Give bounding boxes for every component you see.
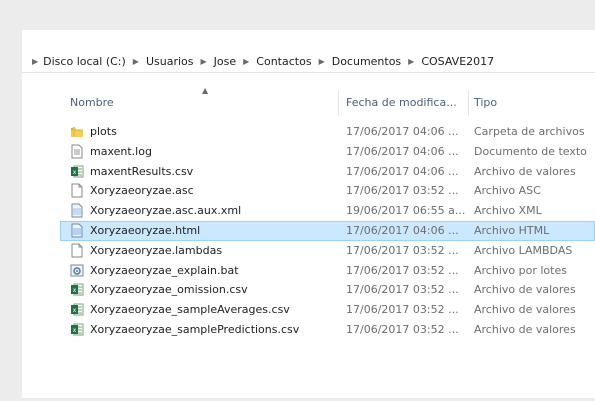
file-type: Archivo de valores [474,283,576,297]
file-date: 17/06/2017 03:52 ... [346,283,459,297]
file-name: maxentResults.csv [90,164,194,178]
file-date: 17/06/2017 04:06 ... [346,125,459,138]
file-date: 17/06/2017 03:52 ... [346,322,459,336]
text-file-icon [70,144,84,159]
file-type: Archivo por lotes [474,263,567,277]
file-date: 17/06/2017 04:06 ... [346,164,459,178]
file-name: maxent.log [90,144,152,158]
file-row-xoryzaeoryzae-asc-aux-xml[interactable]: Xoryzaeoryzae.asc.aux.xml 19/06/2017 06:5… [22,201,595,221]
file-type: Archivo ASC [474,184,541,198]
file-name: Xoryzaeoryzae_omission.csv [90,283,248,297]
breadcrumb-item-jose[interactable]: Jose [214,55,236,68]
file-name: Xoryzaeoryzae.lambdas [90,243,223,257]
breadcrumb-item-disco[interactable]: Disco local (C:) [43,55,126,68]
file-date: 17/06/2017 04:06 ... [346,223,459,237]
chevron-right-icon[interactable]: ▶ [243,57,249,66]
breadcrumb-item-usuarios[interactable]: Usuarios [146,55,194,68]
file-type: Documento de texto [474,144,587,158]
column-divider[interactable] [468,90,469,116]
file-row-maxentresults-csv[interactable]: x maxentResults.csv 17/06/2017 04:06 ... Ar… [22,162,595,182]
breadcrumb-item-documentos[interactable]: Documentos [332,55,401,68]
file-type: Archivo de valores [474,303,576,317]
file-name: Xoryzaeoryzae_samplePredictions.csv [90,322,300,336]
file-type: Archivo HTML [474,223,550,237]
file-type: Carpeta de archivos [474,125,585,138]
column-header-type[interactable]: Tipo [474,96,497,109]
file-type: Archivo XML [474,204,542,218]
file-row-maxent-log[interactable]: maxent.log 17/06/2017 04:06 ... Documento … [22,142,595,162]
chevron-right-icon[interactable]: ▶ [32,57,38,66]
blank-file-icon [70,183,84,198]
file-name: Xoryzaeoryzae.html [90,223,201,237]
file-type: Archivo LAMBDAS [474,243,573,257]
folder-icon [70,124,84,139]
file-date: 17/06/2017 04:06 ... [346,144,459,158]
file-date: 17/06/2017 03:52 ... [346,243,459,257]
file-row-xoryzaeoryzae-html[interactable]: Xoryzaeoryzae.html 17/06/2017 04:06 ... Ar… [60,220,595,241]
file-list: plots 17/06/2017 04:06 ... Carpeta de arch… [22,122,595,340]
html-file-icon [70,223,84,238]
file-date: 17/06/2017 03:52 ... [346,184,459,198]
column-header-row: ▲ Nombre Fecha de modifica... Tipo [22,86,595,120]
file-row-plots[interactable]: plots 17/06/2017 04:06 ... Carpeta de arch… [22,122,595,142]
excel-file-icon: x [70,282,84,297]
file-explorer-window: ▶ Disco local (C:) ▶ Usuarios ▶ Jose ▶ C… [22,30,595,398]
column-header-name[interactable]: Nombre [70,96,114,109]
svg-text:x: x [73,307,77,314]
breadcrumb[interactable]: ▶ Disco local (C:) ▶ Usuarios ▶ Jose ▶ C… [22,50,595,73]
sort-ascending-icon: ▲ [202,86,209,95]
file-name: Xoryzaeoryzae_sampleAverages.csv [90,303,290,317]
file-date: 19/06/2017 06:55 a... [346,204,466,218]
file-name: Xoryzaeoryzae.asc [90,184,194,198]
column-header-date[interactable]: Fecha de modifica... [346,96,457,109]
file-name: Xoryzaeoryzae.asc.aux.xml [90,204,242,218]
chevron-right-icon[interactable]: ▶ [201,57,207,66]
xml-file-icon [70,203,84,218]
file-row-xoryzaeoryzae-lambdas[interactable]: Xoryzaeoryzae.lambdas 17/06/2017 03:52 ..… [22,241,595,261]
file-row-xoryzaeoryzae-samplepredictions-csv[interactable]: x Xoryzaeoryzae_samplePredictions.csv 17/0… [22,320,595,340]
file-name: plots [90,125,117,138]
excel-file-icon: x [70,164,84,179]
excel-file-icon: x [70,322,84,337]
file-row-xoryzaeoryzae-sampleaverages-csv[interactable]: x Xoryzaeoryzae_sampleAverages.csv 17/06/2… [22,300,595,320]
file-type: Archivo de valores [474,164,576,178]
svg-text:x: x [73,327,77,334]
column-divider[interactable] [338,90,339,116]
svg-text:x: x [73,169,77,176]
file-name: Xoryzaeoryzae_explain.bat [90,263,239,277]
breadcrumb-item-cosave2017[interactable]: COSAVE2017 [421,55,494,68]
chevron-right-icon[interactable]: ▶ [319,57,325,66]
breadcrumb-item-contactos[interactable]: Contactos [256,55,311,68]
excel-file-icon: x [70,302,84,317]
chevron-right-icon[interactable]: ▶ [408,57,414,66]
file-row-xoryzaeoryzae-omission-csv[interactable]: x Xoryzaeoryzae_omission.csv 17/06/2017 03… [22,280,595,300]
file-row-xoryzaeoryzae-explain-bat[interactable]: Xoryzaeoryzae_explain.bat 17/06/2017 03:5… [22,261,595,281]
file-date: 17/06/2017 03:52 ... [346,263,459,277]
svg-text:x: x [73,287,77,294]
file-type: Archivo de valores [474,322,576,336]
batch-file-icon [70,263,84,278]
chevron-right-icon[interactable]: ▶ [133,57,139,66]
blank-file-icon [70,243,84,258]
file-row-xoryzaeoryzae-asc[interactable]: Xoryzaeoryzae.asc 17/06/2017 03:52 ... Arc… [22,181,595,201]
file-date: 17/06/2017 03:52 ... [346,303,459,317]
